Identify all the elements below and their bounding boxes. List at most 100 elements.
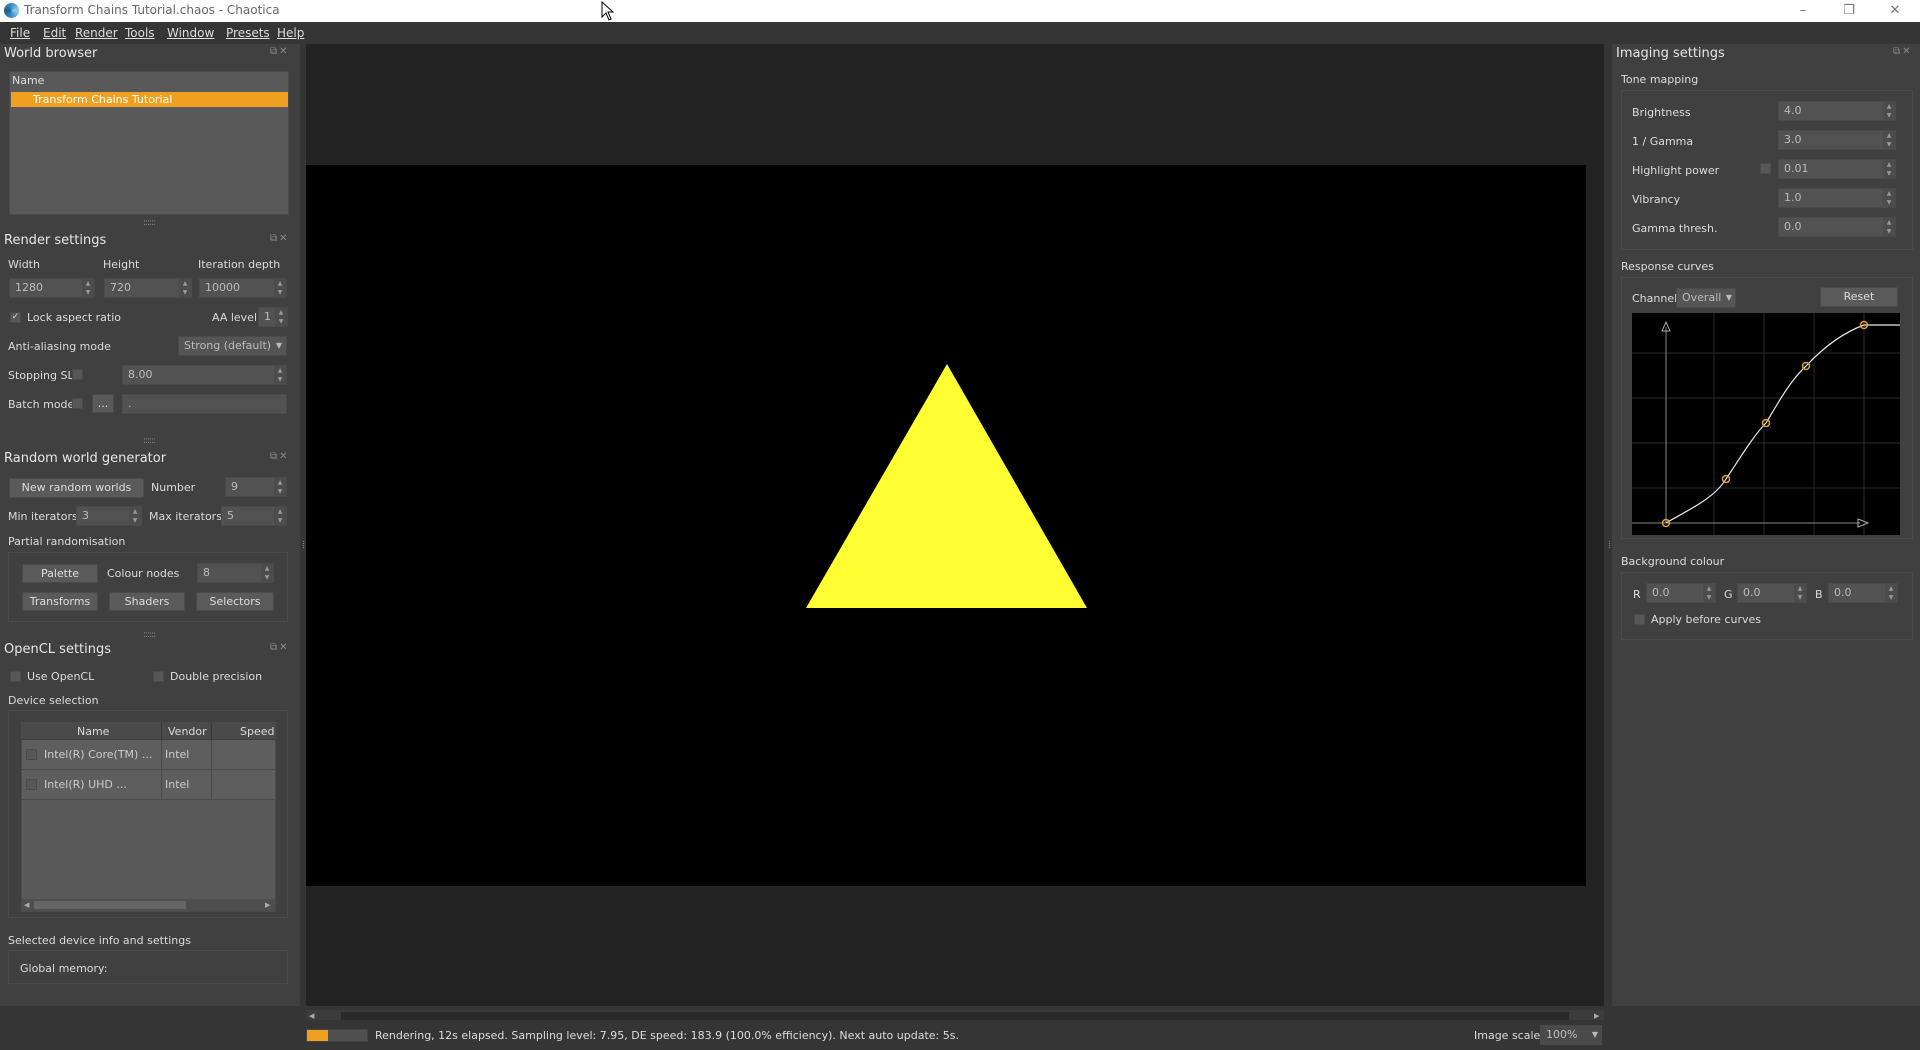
g-input[interactable]: 0.0 ▲ ▼ — [1737, 583, 1807, 603]
palette-button[interactable]: Palette — [22, 564, 98, 583]
height-input[interactable]: 720 ▲ ▼ — [104, 278, 192, 298]
panel-float-close-icon[interactable]: ⧉✕ — [270, 233, 290, 244]
gamma-thresh-label: Gamma thresh. — [1632, 222, 1718, 235]
gamma-thresh-input[interactable]: 0.0 ▲ ▼ — [1778, 217, 1896, 237]
scrollbar-track[interactable] — [341, 1012, 1569, 1020]
curve-canvas[interactable] — [1632, 313, 1900, 535]
splitter-grip[interactable]: :::::: — [143, 436, 156, 446]
batch-mode-label: Batch mode — [8, 398, 75, 411]
menu-file[interactable]: File — [10, 26, 30, 40]
menu-window[interactable]: Window — [167, 26, 214, 40]
batch-mode-checkbox[interactable] — [72, 398, 83, 409]
min-iterators-input[interactable]: 3 ▲ ▼ — [76, 506, 142, 526]
world-list[interactable]: Name Transform Chains Tutorial — [9, 71, 289, 215]
highlight-power-input[interactable]: 0.01 ▲ ▼ — [1778, 159, 1896, 179]
spinner-arrows-icon[interactable]: ▲ ▼ — [1883, 102, 1895, 120]
number-input[interactable]: 9 ▲ ▼ — [225, 477, 287, 497]
spinner-arrows-icon[interactable]: ▲ ▼ — [274, 366, 286, 384]
col-vendor[interactable]: Vendor — [168, 725, 207, 738]
device-table[interactable]: Name Vendor Speed Intel(R) Core(TM) ... … — [21, 722, 276, 912]
panel-float-close-icon[interactable]: ⧉✕ — [270, 642, 290, 653]
r-input[interactable]: 0.0 ▲ ▼ — [1646, 583, 1716, 603]
spinner-arrows-icon[interactable]: ▲ ▼ — [275, 308, 287, 326]
stopping-sl-checkbox[interactable] — [72, 369, 83, 380]
panel-float-close-icon[interactable]: ⧉✕ — [1893, 46, 1913, 57]
panel-float-close-icon[interactable]: ⧉✕ — [270, 451, 290, 462]
menu-help[interactable]: Help — [277, 26, 304, 40]
stopping-sl-label: Stopping SL — [8, 369, 74, 382]
selectors-button[interactable]: Selectors — [196, 592, 274, 611]
spinner-arrows-icon[interactable]: ▲ ▼ — [1703, 584, 1715, 602]
splitter-grip[interactable]: :::::: — [143, 630, 156, 640]
spinner-arrows-icon[interactable]: ▲ ▼ — [274, 507, 286, 525]
b-input[interactable]: 0.0 ▲ ▼ — [1828, 583, 1898, 603]
batch-path-input[interactable]: . — [122, 394, 287, 414]
scroll-left-icon[interactable]: ◀ — [24, 899, 29, 911]
restore-icon[interactable]: ❐ — [1826, 0, 1872, 22]
panel-float-close-icon[interactable]: ⧉✕ — [270, 46, 290, 57]
spinner-arrows-icon[interactable]: ▲ ▼ — [1883, 160, 1895, 178]
use-opencl-checkbox[interactable] — [10, 671, 21, 682]
scrollbar-thumb[interactable] — [34, 901, 186, 909]
colour-nodes-input[interactable]: 8 ▲ ▼ — [197, 563, 274, 583]
spinner-arrows-icon[interactable]: ▲ ▼ — [179, 279, 191, 297]
device-checkbox[interactable] — [26, 749, 37, 760]
menu-edit[interactable]: Edit — [43, 26, 66, 40]
world-list-header[interactable]: Name — [12, 74, 44, 87]
depth-label: Iteration depth — [198, 258, 281, 271]
stopping-sl-input[interactable]: 8.00 ▲ ▼ — [122, 365, 287, 385]
tone-mapping-label: Tone mapping — [1621, 73, 1699, 86]
highlight-power-checkbox[interactable] — [1760, 163, 1771, 174]
spinner-arrows-icon[interactable]: ▲ ▼ — [1883, 131, 1895, 149]
spinner-arrows-icon[interactable]: ▲ ▼ — [274, 279, 286, 297]
curve-editor[interactable] — [1632, 313, 1900, 535]
number-value: 9 — [231, 480, 238, 493]
col-speed[interactable]: Speed — [240, 725, 274, 738]
device-checkbox[interactable] — [26, 779, 37, 790]
lock-aspect-checkbox[interactable]: ✓ — [10, 312, 21, 323]
world-list-item[interactable]: Transform Chains Tutorial — [11, 92, 288, 107]
menu-presets[interactable]: Presets — [226, 26, 270, 40]
horizontal-scrollbar[interactable]: ◀ ▶ — [22, 899, 275, 911]
response-curve[interactable] — [1665, 324, 1900, 524]
spinner-arrows-icon[interactable]: ▲ ▼ — [82, 279, 94, 297]
double-precision-checkbox[interactable] — [153, 671, 164, 682]
brightness-input[interactable]: 4.0 ▲ ▼ — [1778, 101, 1896, 121]
reset-curves-button[interactable]: Reset — [1820, 287, 1898, 307]
shaders-button[interactable]: Shaders — [109, 592, 185, 611]
splitter-grip[interactable]: :::::: — [143, 218, 156, 228]
max-iterators-input[interactable]: 5 ▲ ▼ — [221, 506, 287, 526]
aa-level-input[interactable]: 1 ▲ ▼ — [258, 307, 288, 327]
device-vendor: Intel — [165, 748, 190, 761]
spinner-arrows-icon[interactable]: ▲ ▼ — [1794, 584, 1806, 602]
image-scale-label: Image scale: — [1474, 1029, 1544, 1042]
spinner-arrows-icon[interactable]: ▲ ▼ — [1883, 218, 1895, 236]
spinner-arrows-icon[interactable]: ▲ ▼ — [261, 564, 273, 582]
apply-before-curves-checkbox[interactable] — [1634, 614, 1645, 625]
menu-render[interactable]: Render — [75, 26, 118, 40]
vibrancy-input[interactable]: 1.0 ▲ ▼ — [1778, 188, 1896, 208]
channel-select[interactable]: Overall ▼ — [1676, 288, 1736, 308]
batch-browse-button[interactable]: ... — [92, 394, 114, 413]
spinner-arrows-icon[interactable]: ▲ ▼ — [1883, 189, 1895, 207]
spinner-arrows-icon[interactable]: ▲ ▼ — [274, 478, 286, 496]
close-icon[interactable]: ✕ — [1872, 0, 1918, 22]
col-divider — [211, 740, 212, 770]
aa-mode-select[interactable]: Strong (default) ▼ — [178, 336, 287, 356]
spinner-arrows-icon[interactable]: ▲ ▼ — [1885, 584, 1897, 602]
spinner-arrows-icon[interactable]: ▲ ▼ — [129, 507, 141, 525]
width-input[interactable]: 1280 ▲ ▼ — [9, 278, 95, 298]
gamma-input[interactable]: 3.0 ▲ ▼ — [1778, 130, 1896, 150]
menu-tools[interactable]: Tools — [125, 26, 155, 40]
table-row[interactable]: Intel(R) Core(TM) ... Intel — [22, 740, 275, 770]
col-name[interactable]: Name — [77, 725, 109, 738]
new-random-worlds-button[interactable]: New random worlds — [9, 478, 144, 498]
scroll-right-icon[interactable]: ▶ — [265, 899, 270, 911]
g-label: G — [1724, 588, 1733, 601]
render-canvas[interactable] — [306, 165, 1586, 886]
image-scale-select[interactable]: 100% ▼ — [1540, 1025, 1602, 1045]
minimize-icon[interactable]: – — [1780, 0, 1826, 22]
table-row[interactable]: Intel(R) UHD ... Intel — [22, 770, 275, 800]
transforms-button[interactable]: Transforms — [22, 592, 98, 611]
depth-input[interactable]: 10000 ▲ ▼ — [199, 278, 287, 298]
